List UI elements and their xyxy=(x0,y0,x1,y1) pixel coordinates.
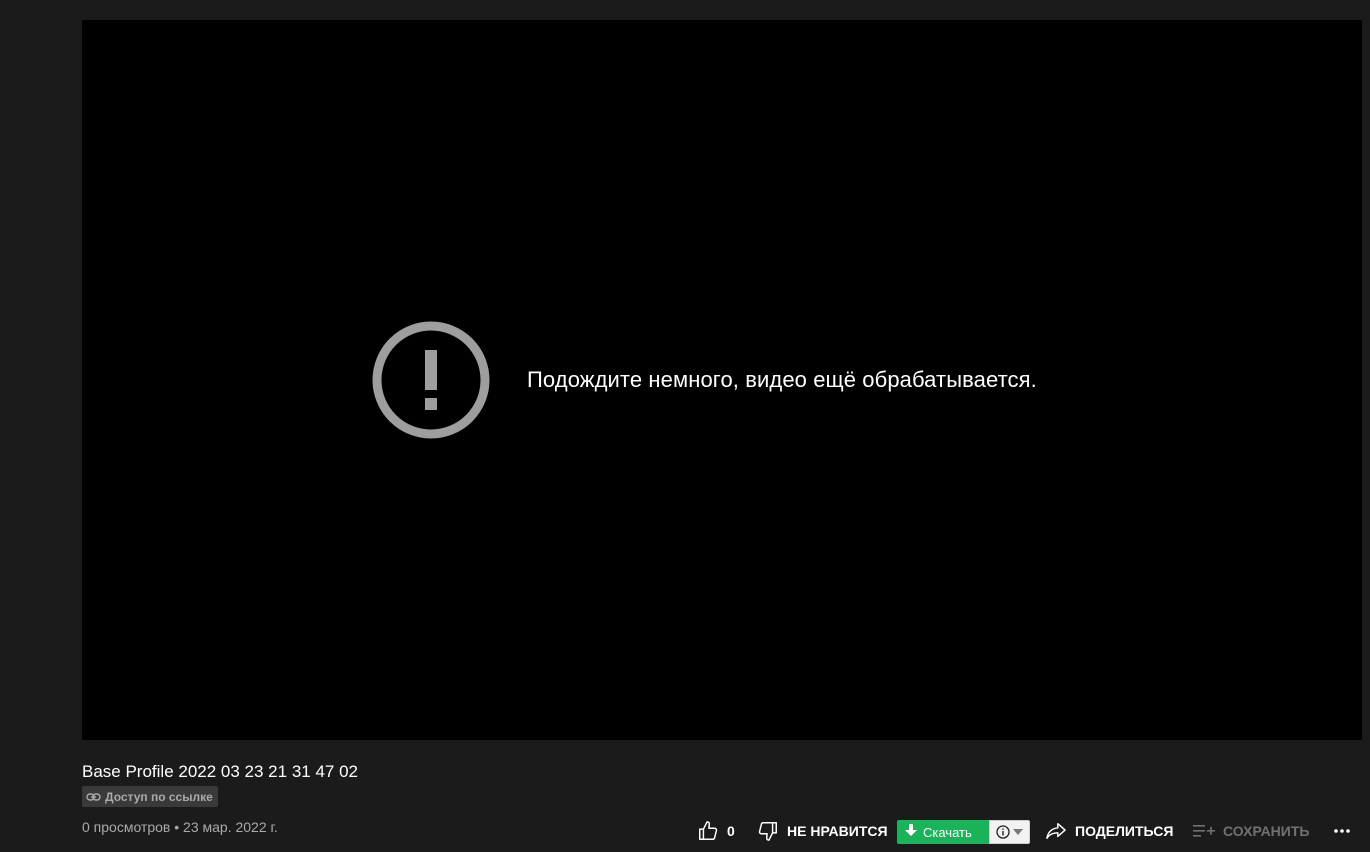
share-label: ПОДЕЛИТЬСЯ xyxy=(1075,823,1174,839)
download-button[interactable]: Скачать xyxy=(897,820,989,844)
thumbs-down-icon xyxy=(757,820,779,842)
save-label: СОХРАНИТЬ xyxy=(1223,823,1310,839)
video-title: Base Profile 2022 03 23 21 31 47 02 xyxy=(82,762,358,781)
download-label: Скачать xyxy=(923,824,972,840)
like-count: 0 xyxy=(727,823,735,839)
share-button[interactable]: ПОДЕЛИТЬСЯ xyxy=(1045,818,1173,844)
video-player[interactable]: Подождите немного, видео ещё обрабатывае… xyxy=(82,20,1362,740)
chevron-down-icon xyxy=(1013,829,1023,835)
thumbs-up-icon xyxy=(697,820,719,842)
privacy-badge: Доступ по ссылке xyxy=(82,786,218,807)
download-options-button[interactable] xyxy=(989,820,1030,844)
more-actions-button[interactable] xyxy=(1333,818,1351,844)
privacy-badge-label: Доступ по ссылке xyxy=(105,789,213,804)
processing-message: Подождите немного, видео ещё обрабатывае… xyxy=(371,320,1037,440)
download-group: Скачать xyxy=(897,820,1030,844)
save-button[interactable]: СОХРАНИТЬ xyxy=(1193,818,1309,844)
processing-text: Подождите немного, видео ещё обрабатывае… xyxy=(527,367,1037,392)
watch-page: Подождите немного, видео ещё обрабатывае… xyxy=(0,0,1370,852)
action-bar: 0 НЕ НРАВИТСЯ Скачать ПОДЕЛИТЬСЯ СОХРАНИ… xyxy=(0,818,1370,844)
more-horizontal-icon xyxy=(1333,828,1351,834)
info-icon xyxy=(996,825,1010,839)
link-icon xyxy=(86,792,101,802)
alert-circle-icon xyxy=(371,320,491,440)
download-arrow-icon xyxy=(905,824,917,840)
like-button[interactable]: 0 xyxy=(697,818,735,844)
playlist-add-icon xyxy=(1193,823,1215,839)
share-arrow-icon xyxy=(1045,821,1067,841)
dislike-button[interactable]: НЕ НРАВИТСЯ xyxy=(757,818,888,844)
dislike-label: НЕ НРАВИТСЯ xyxy=(787,823,888,839)
